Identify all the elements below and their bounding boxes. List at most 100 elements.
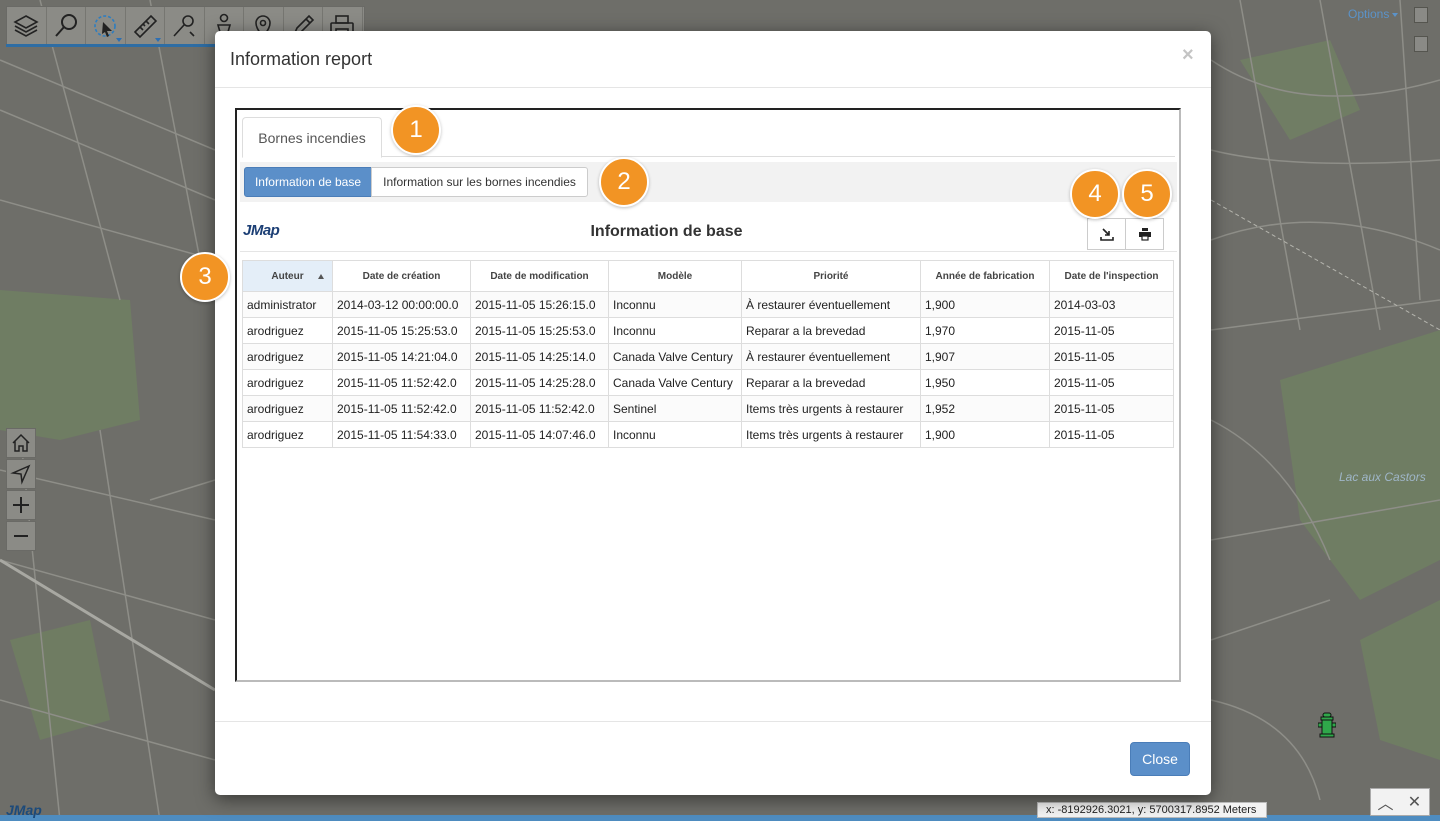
column-label: Auteur <box>271 270 304 282</box>
layers-button[interactable] <box>7 7 47 45</box>
table-row[interactable]: arodriguez 2015-11-05 11:52:42.0 2015-11… <box>242 395 1174 422</box>
cell-annee: 1,900 <box>920 421 1050 448</box>
close-button[interactable]: Close <box>1130 742 1190 776</box>
select-icon <box>94 15 117 37</box>
map-nav-controls <box>6 428 36 552</box>
side-panel-button-1[interactable] <box>1414 7 1428 23</box>
callout-badge-4: 4 <box>1070 169 1120 219</box>
cell-annee: 1,907 <box>920 343 1050 370</box>
cell-date-creation: 2015-11-05 15:25:53.0 <box>332 317 471 344</box>
column-header-annee-fabrication[interactable]: Année de fabrication <box>920 260 1050 292</box>
column-label: Priorité <box>813 270 849 282</box>
cell-annee: 1,950 <box>920 369 1050 396</box>
sort-ascending-icon <box>318 274 324 279</box>
callout-badge-3: 3 <box>180 252 230 302</box>
cell-date-modification: 2015-11-05 14:07:46.0 <box>470 421 609 448</box>
cell-date-modification: 2015-11-05 11:52:42.0 <box>470 395 609 422</box>
cell-date-creation: 2015-11-05 14:21:04.0 <box>332 343 471 370</box>
cell-modele: Inconnu <box>608 421 742 448</box>
column-header-modele[interactable]: Modèle <box>608 260 742 292</box>
cell-date-inspection: 2015-11-05 <box>1049 421 1174 448</box>
cell-auteur: arodriguez <box>242 343 333 370</box>
select-button[interactable] <box>86 7 126 45</box>
column-label: Date de modification <box>490 270 589 282</box>
search-icon <box>55 14 77 37</box>
cell-auteur: arodriguez <box>242 421 333 448</box>
side-panel-button-2[interactable] <box>1414 36 1428 52</box>
collapse-button[interactable]: ︿ <box>1371 789 1400 815</box>
fullscreen-button[interactable]: ✕ <box>1400 789 1429 815</box>
search-button[interactable] <box>47 7 86 45</box>
printer-icon <box>1138 228 1151 241</box>
cell-annee: 1,970 <box>920 317 1050 344</box>
toolbar-underline <box>6 44 216 47</box>
zoom-out-button[interactable] <box>6 521 36 551</box>
measure-icon <box>133 14 157 39</box>
column-header-date-creation[interactable]: Date de création <box>332 260 471 292</box>
corner-controls: ︿ ✕ <box>1370 788 1430 816</box>
map-logo: JMap <box>6 802 42 818</box>
cell-date-modification: 2015-11-05 15:26:15.0 <box>470 291 609 318</box>
cell-date-inspection: 2015-11-05 <box>1049 317 1174 344</box>
cell-date-creation: 2014-03-12 00:00:00.0 <box>332 291 471 318</box>
options-label: Options <box>1348 7 1390 21</box>
cell-date-modification: 2015-11-05 14:25:28.0 <box>470 369 609 396</box>
table-row[interactable]: arodriguez 2015-11-05 15:25:53.0 2015-11… <box>242 317 1174 344</box>
tab-information-de-base[interactable]: Information de base <box>244 167 372 197</box>
options-menu[interactable]: Options <box>1348 7 1399 21</box>
table-row[interactable]: arodriguez 2015-11-05 11:52:42.0 2015-11… <box>242 369 1174 396</box>
callout-badge-1: 1 <box>391 105 441 155</box>
cell-date-inspection: 2014-03-03 <box>1049 291 1174 318</box>
information-report-dialog: Information report × Bornes incendies In… <box>215 31 1211 795</box>
cell-date-inspection: 2015-11-05 <box>1049 395 1174 422</box>
measure-button[interactable] <box>126 7 165 45</box>
pin-button[interactable] <box>165 7 205 45</box>
cell-modele: Inconnu <box>608 317 742 344</box>
cell-date-creation: 2015-11-05 11:52:42.0 <box>332 395 471 422</box>
dialog-title: Information report <box>230 49 373 69</box>
report-sub-tabs: Information de base Information sur les … <box>240 162 1177 202</box>
chevron-down-icon <box>1392 12 1399 17</box>
zoom-in-button[interactable] <box>6 490 36 520</box>
column-header-date-inspection[interactable]: Date de l'inspection <box>1049 260 1174 292</box>
measure-caret-icon <box>155 38 161 42</box>
navigation-arrow-icon <box>10 464 31 485</box>
cell-modele: Inconnu <box>608 291 742 318</box>
close-icon[interactable]: × <box>1182 45 1194 65</box>
tab-information-bornes[interactable]: Information sur les bornes incendies <box>371 167 588 197</box>
export-button[interactable] <box>1087 218 1126 250</box>
report-table: Auteur Date de création Date de modifica… <box>242 260 1174 448</box>
home-button[interactable] <box>6 428 36 458</box>
cell-priorite: À restaurer éventuellement <box>741 343 921 370</box>
print-report-button[interactable] <box>1125 218 1164 250</box>
minus-icon <box>14 535 28 537</box>
cell-date-modification: 2015-11-05 15:25:53.0 <box>470 317 609 344</box>
column-label: Année de fabrication <box>935 270 1035 282</box>
cell-date-creation: 2015-11-05 11:54:33.0 <box>332 421 471 448</box>
cell-priorite: À restaurer éventuellement <box>741 291 921 318</box>
chevron-up-icon: ︿ <box>1377 796 1394 813</box>
layers-icon <box>13 15 39 37</box>
layer-tabs: Bornes incendies <box>242 117 1175 158</box>
home-icon <box>12 433 30 452</box>
cell-priorite: Items très urgents à restaurer <box>741 395 921 422</box>
column-header-auteur[interactable]: Auteur <box>242 260 333 292</box>
coordinate-readout: x: -8192926.3021, y: 5700317.8952 Meters <box>1037 802 1267 818</box>
plus-icon <box>13 497 29 513</box>
table-row[interactable]: arodriguez 2015-11-05 14:21:04.0 2015-11… <box>242 343 1174 370</box>
report-frame: Bornes incendies Information de base Inf… <box>235 108 1181 682</box>
tab-bornes-incendies[interactable]: Bornes incendies <box>242 117 382 158</box>
table-row[interactable]: arodriguez 2015-11-05 11:54:33.0 2015-11… <box>242 421 1174 448</box>
cell-auteur: arodriguez <box>242 369 333 396</box>
column-header-date-modification[interactable]: Date de modification <box>470 260 609 292</box>
locate-button[interactable] <box>6 459 36 489</box>
table-row[interactable]: administrator 2014-03-12 00:00:00.0 2015… <box>242 291 1174 318</box>
column-header-priorite[interactable]: Priorité <box>741 260 921 292</box>
cell-auteur: arodriguez <box>242 317 333 344</box>
cell-priorite: Reparar a la brevedad <box>741 317 921 344</box>
fire-hydrant-icon[interactable] <box>1318 712 1336 738</box>
callout-badge-5: 5 <box>1122 169 1172 219</box>
column-label: Date de l'inspection <box>1064 270 1159 282</box>
cell-priorite: Reparar a la brevedad <box>741 369 921 396</box>
report-title: Information de base <box>590 223 743 240</box>
